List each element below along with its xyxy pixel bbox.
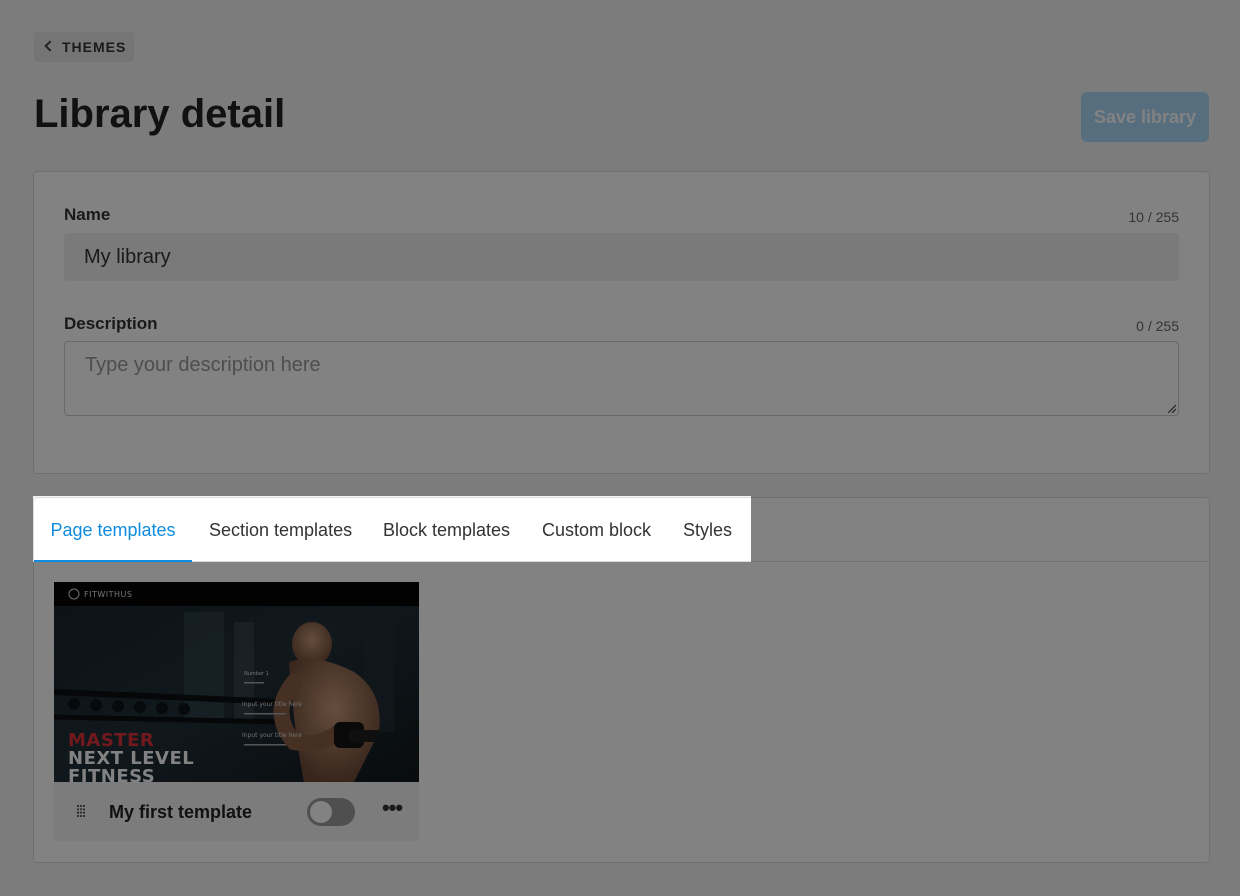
tab-styles[interactable]: Styles — [683, 498, 732, 562]
library-detail-page: THEMES Library detail Save library Name … — [0, 0, 1240, 896]
overlay-bottom — [0, 562, 1240, 896]
overlay-right — [751, 496, 1240, 562]
tab-custom-block[interactable]: Custom block — [542, 498, 651, 562]
overlay-top — [0, 0, 1240, 496]
tab-page-templates[interactable]: Page templates — [34, 498, 192, 562]
overlay-left — [0, 496, 33, 562]
tab-block-templates[interactable]: Block templates — [383, 498, 510, 562]
tab-section-templates[interactable]: Section templates — [209, 498, 352, 562]
